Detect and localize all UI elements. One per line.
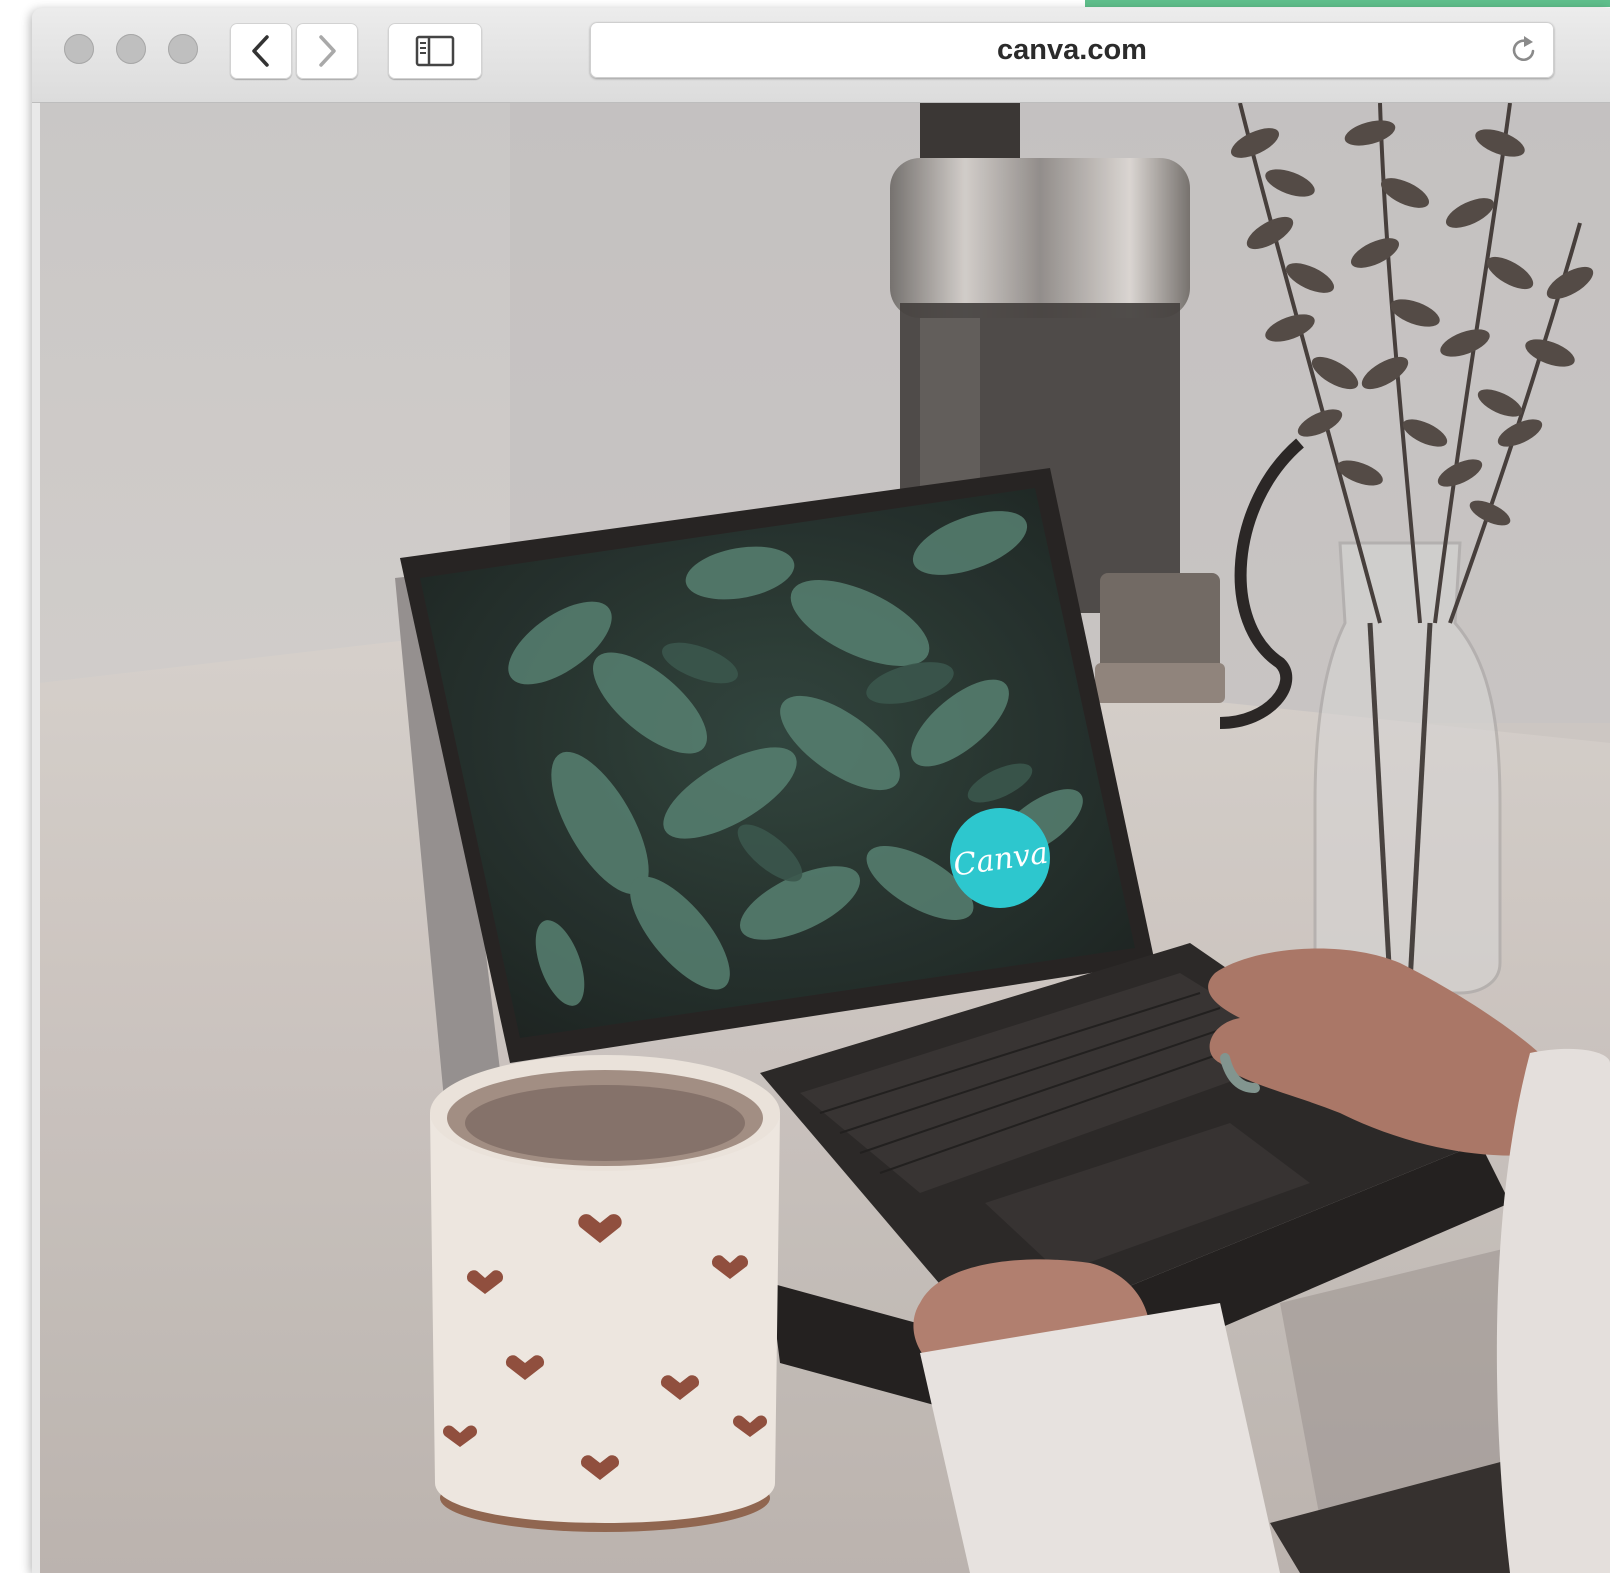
minimize-window-button[interactable] [116,34,146,64]
address-bar[interactable]: canva.com [590,22,1554,78]
chevron-right-icon [319,35,336,67]
sidebar-icon [415,35,455,67]
back-button[interactable] [230,23,292,79]
accent-strip [1085,0,1610,7]
browser-toolbar: canva.com [32,8,1610,103]
url-text: canva.com [997,34,1147,66]
reload-icon[interactable] [1508,34,1540,66]
web-content: Canva [40,103,1610,1573]
close-window-button[interactable] [64,34,94,64]
browser-window: canva.com Canva [32,8,1610,1573]
hero-photo: Canva [40,103,1610,1573]
forward-button[interactable] [296,23,358,79]
zoom-window-button[interactable] [168,34,198,64]
chevron-left-icon [252,35,269,67]
sidebar-toggle-button[interactable] [388,23,482,79]
